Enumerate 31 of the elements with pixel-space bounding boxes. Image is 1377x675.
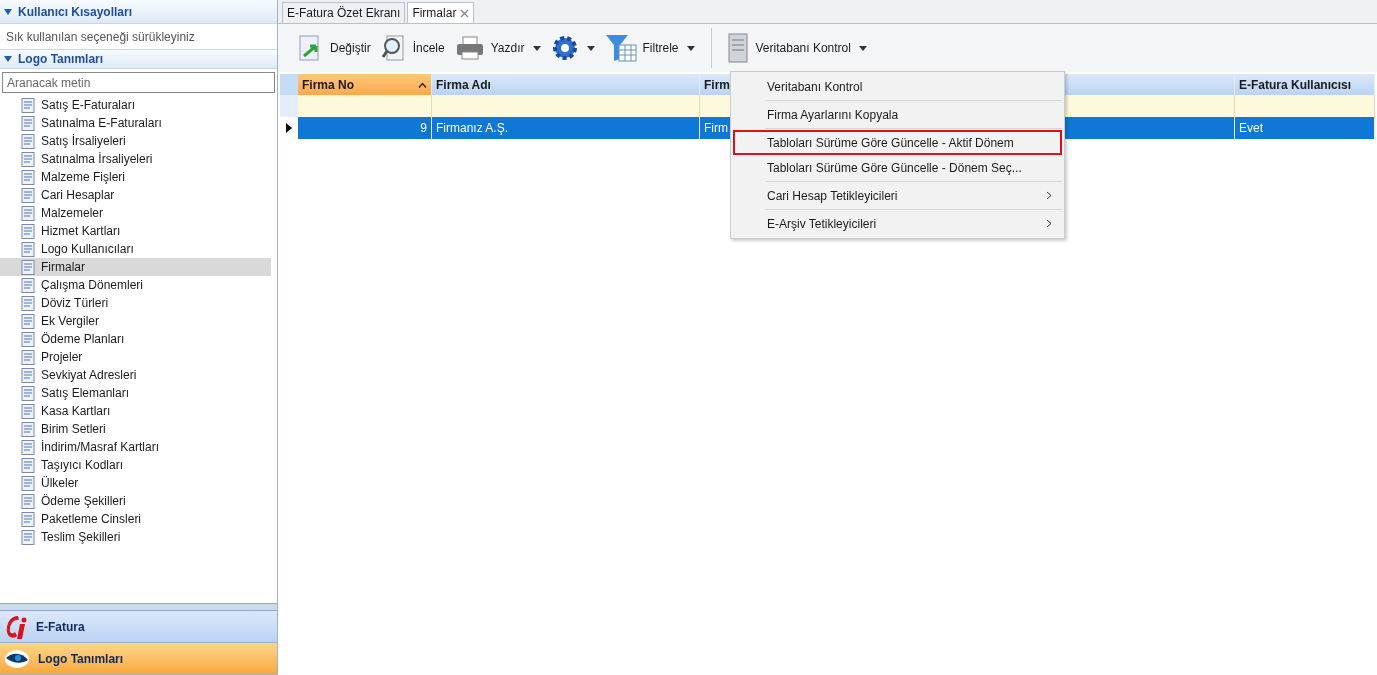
item-label: Satınalma E-Faturaları: [41, 115, 162, 132]
table-cell: 9: [298, 117, 432, 139]
item-label: Sevkiyat Adresleri: [41, 367, 137, 384]
item-label: Ödeme Planları: [41, 331, 125, 348]
item-label: Satış Elemanları: [41, 385, 130, 402]
table-cell: Firmanız A.Ş.: [432, 117, 700, 139]
item-label: İndirim/Masraf Kartları: [41, 439, 160, 456]
item-label: Paketleme Cinsleri: [41, 511, 142, 528]
item-label: Malzeme Fişleri: [41, 169, 125, 186]
item-label: Malzemeler: [41, 205, 103, 222]
item-label: Cari Hesaplar: [41, 187, 115, 204]
item-label: Ülkeler: [41, 475, 79, 492]
item-label: Ödeme Şekilleri: [41, 493, 126, 510]
item-label: Firmalar: [41, 259, 85, 276]
item-label: Hizmet Kartları: [41, 223, 121, 240]
drag-hint: Sık kullanılan seçeneği sürükleyiniz: [5, 28, 196, 46]
item-label: Satış İrsaliyeleri: [41, 133, 126, 150]
item-label: Çalışma Dönemleri: [41, 277, 144, 294]
item-label: Projeler: [41, 349, 83, 366]
item-label: Satınalma İrsaliyeleri: [41, 151, 153, 168]
item-label: Teslim Şekilleri: [41, 529, 121, 546]
item-label: Döviz Türleri: [41, 295, 109, 312]
item-label: Birim Setleri: [41, 421, 106, 438]
item-label: Logo Kullanıcıları: [41, 241, 134, 258]
item-label: Taşıyıcı Kodları: [41, 457, 124, 474]
item-label: Ek Vergiler: [41, 313, 100, 330]
item-label: Satış E-Faturaları: [41, 97, 136, 114]
item-label: Kasa Kartları: [41, 403, 111, 420]
section-title: Logo Tanımları: [18, 51, 104, 68]
table-cell: Evet: [1235, 117, 1375, 139]
section-title: Kullanıcı Kısayolları: [18, 3, 133, 21]
